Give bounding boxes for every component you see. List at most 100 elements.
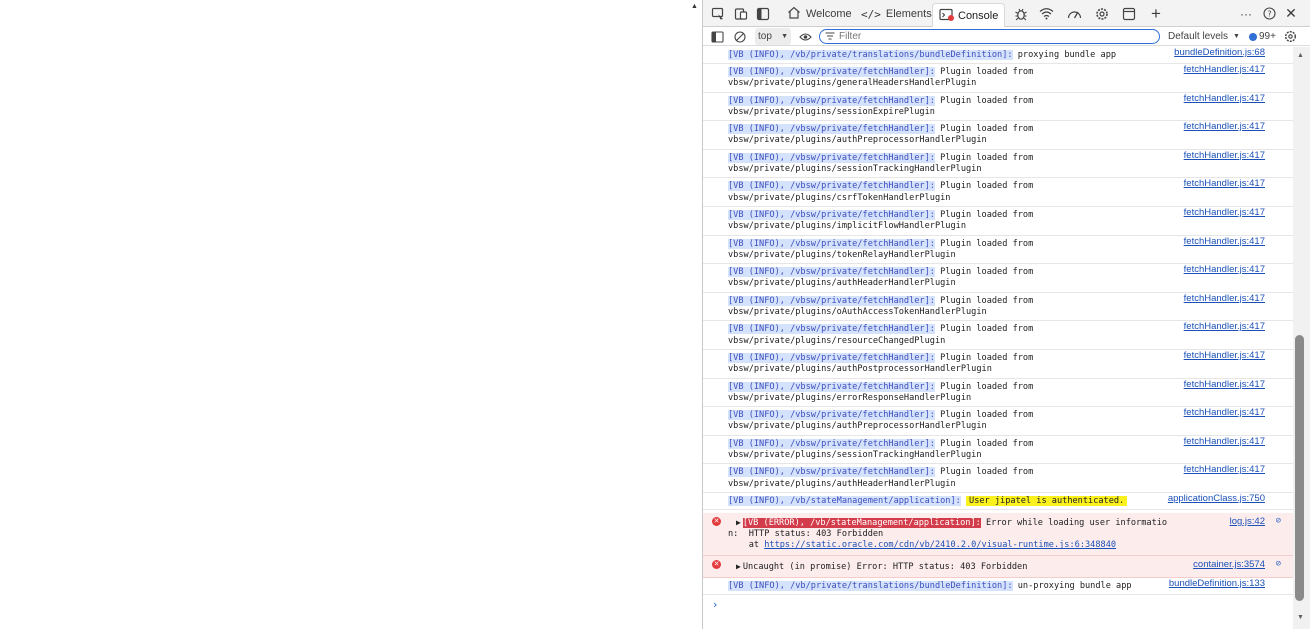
svg-text:?: ?	[1267, 10, 1271, 19]
console-settings-gear-icon[interactable]	[1284, 28, 1297, 45]
console-message: [VB (INFO), /vbsw/private/fetchHandler]:…	[703, 350, 1293, 379]
console-message: [VB (INFO), /vbsw/private/fetchHandler]:…	[703, 93, 1293, 122]
message-source-link[interactable]: fetchHandler.js:417	[1184, 121, 1265, 132]
tab-console[interactable]: Console	[932, 3, 1006, 27]
devtools-panel: Welcome </> Elements Console + ··· ? ✕ t…	[703, 0, 1310, 629]
message-source-link[interactable]: fetchHandler.js:417	[1184, 93, 1265, 104]
context-select[interactable]: top ▼	[755, 28, 791, 45]
tab-label: Welcome	[806, 8, 852, 20]
console-message: [VB (INFO), /vbsw/private/fetchHandler]:…	[703, 321, 1293, 350]
log-levels-dropdown[interactable]: Default levels ▼	[1168, 28, 1240, 45]
stack-trace-link[interactable]: https://static.oracle.com/cdn/vb/2410.2.…	[764, 540, 1116, 550]
scroll-down-arrow-icon[interactable]: ▼	[1297, 614, 1304, 621]
message-text-line-2: vbsw/private/plugins/tokenRelayHandlerPl…	[728, 249, 956, 260]
console-toolbar: top ▼ Default levels ▼ 99+	[703, 27, 1310, 46]
message-source-link[interactable]: bundleDefinition.js:133	[1169, 578, 1265, 589]
console-prompt[interactable]: ›	[703, 595, 1293, 613]
message-text: Error while loading user informatio	[980, 517, 1168, 528]
console-message: [VB (INFO), /vb/private/translations/bun…	[703, 47, 1293, 64]
message-prefix: [VB (INFO), /vb/private/translations/bun…	[728, 580, 1013, 591]
expand-triangle-icon[interactable]: ▶	[736, 562, 741, 571]
console-sidebar-icon[interactable]	[711, 28, 724, 45]
console-uncaught-error: ✕ ▶ Uncaught (in promise) Error: HTTP sta…	[703, 555, 1293, 578]
bug-icon[interactable]	[1011, 4, 1031, 23]
tab-elements[interactable]: </> Elements	[855, 3, 938, 25]
message-source-link[interactable]: bundleDefinition.js:68	[1174, 47, 1265, 58]
tab-label: Console	[958, 9, 999, 22]
message-text: proxying bundle app	[1012, 50, 1117, 60]
message-source-link[interactable]: container.js:3574	[1193, 559, 1265, 570]
message-prefix: [VB (INFO), /vbsw/private/fetchHandler]:	[728, 238, 935, 249]
page-scroll-up-arrow-icon[interactable]: ▲	[691, 3, 698, 10]
console-message: [VB (INFO), /vb/private/translations/bun…	[703, 578, 1293, 595]
message-source-link[interactable]: log.js:42	[1230, 516, 1265, 527]
message-text-line-2: vbsw/private/plugins/resourceChangedPlug…	[728, 335, 946, 346]
message-text-line-2: vbsw/private/plugins/oAuthAccessTokenHan…	[728, 306, 987, 317]
tab-welcome[interactable]: Welcome	[781, 3, 858, 25]
message-source-link[interactable]: fetchHandler.js:417	[1184, 64, 1265, 75]
console-scrollbar[interactable]: ▲ ▼	[1293, 47, 1310, 629]
message-text: Plugin loaded from	[934, 467, 1034, 478]
message-source-link[interactable]: fetchHandler.js:417	[1184, 264, 1265, 275]
message-text-line-2: vbsw/private/plugins/authPreprocessorHan…	[728, 135, 987, 146]
filter-icon	[825, 31, 835, 43]
message-source-link[interactable]: fetchHandler.js:417	[1184, 321, 1265, 332]
copilot-explain-icon[interactable]: ⊘	[1276, 516, 1281, 527]
settings-gear-icon[interactable]	[1092, 4, 1112, 23]
message-text: Plugin loaded from	[934, 352, 1034, 363]
prompt-chevron-icon: ›	[713, 597, 718, 611]
message-prefix: [VB (INFO), /vbsw/private/fetchHandler]:	[728, 124, 935, 135]
live-expression-eye-icon[interactable]	[799, 28, 812, 45]
filter-input[interactable]	[839, 31, 1139, 42]
levels-label: Default levels	[1168, 31, 1229, 42]
clear-console-icon[interactable]	[734, 28, 746, 45]
performance-icon[interactable]	[1064, 4, 1084, 23]
device-emulation-icon[interactable]	[731, 4, 751, 23]
message-source-link[interactable]: fetchHandler.js:417	[1184, 379, 1265, 390]
issues-badge[interactable]: 99+	[1249, 28, 1276, 45]
message-text: Plugin loaded from	[934, 181, 1034, 192]
inspect-icon[interactable]	[708, 4, 728, 23]
copilot-explain-icon[interactable]: ⊘	[1276, 559, 1281, 570]
message-source-link[interactable]: fetchHandler.js:417	[1184, 350, 1265, 361]
message-text-line-2: vbsw/private/plugins/implicitFlowHandler…	[728, 221, 966, 232]
message-text-line-2: vbsw/private/plugins/sessionTrackingHand…	[728, 163, 982, 174]
message-prefix: [VB (INFO), /vbsw/private/fetchHandler]:	[728, 181, 935, 192]
more-options-icon[interactable]: ···	[1236, 4, 1256, 23]
home-icon	[787, 6, 801, 22]
message-source-link[interactable]: applicationClass.js:750	[1168, 493, 1265, 504]
add-tab-icon[interactable]: +	[1146, 4, 1166, 23]
help-icon[interactable]: ?	[1259, 4, 1279, 23]
scrollbar-thumb[interactable]	[1295, 335, 1304, 601]
message-source-link[interactable]: fetchHandler.js:417	[1184, 207, 1265, 218]
error-icon: ✕	[712, 559, 721, 569]
console-message: [VB (INFO), /vbsw/private/fetchHandler]:…	[703, 236, 1293, 265]
message-source-link[interactable]: fetchHandler.js:417	[1184, 178, 1265, 189]
console-message: [VB (INFO), /vbsw/private/fetchHandler]:…	[703, 64, 1293, 93]
message-bubble-icon	[1249, 32, 1257, 41]
chevron-down-icon: ▼	[781, 33, 788, 40]
console-error-message: ✕ ▶ [VB (ERROR), /vb/stateManagement/appl…	[703, 512, 1293, 556]
message-source-link[interactable]: fetchHandler.js:417	[1184, 407, 1265, 418]
message-text-line-2: vbsw/private/plugins/authPreprocessorHan…	[728, 421, 987, 432]
close-icon[interactable]: ✕	[1281, 4, 1301, 23]
message-source-link[interactable]: fetchHandler.js:417	[1184, 236, 1265, 247]
message-source-link[interactable]: fetchHandler.js:417	[1184, 436, 1265, 447]
expand-triangle-icon[interactable]: ▶	[736, 518, 741, 527]
console-message: [VB (INFO), /vbsw/private/fetchHandler]:…	[703, 178, 1293, 207]
message-source-link[interactable]: fetchHandler.js:417	[1184, 464, 1265, 475]
message-source-link[interactable]: fetchHandler.js:417	[1184, 293, 1265, 304]
sidebar-toggle-icon[interactable]	[753, 4, 773, 23]
application-icon[interactable]	[1119, 4, 1139, 23]
console-message: [VB (INFO), /vbsw/private/fetchHandler]:…	[703, 464, 1293, 493]
message-prefix: [VB (INFO), /vbsw/private/fetchHandler]:	[728, 410, 935, 421]
message-text-line-2: vbsw/private/plugins/errorResponseHandle…	[728, 392, 972, 403]
message-source-link[interactable]: fetchHandler.js:417	[1184, 150, 1265, 161]
console-message: [VB (INFO), /vbsw/private/fetchHandler]:…	[703, 407, 1293, 436]
wifi-icon[interactable]	[1036, 4, 1056, 23]
message-text-line-2: vbsw/private/plugins/sessionTrackingHand…	[728, 449, 982, 460]
filter-input-box[interactable]	[819, 29, 1160, 44]
scroll-up-arrow-icon[interactable]: ▲	[1297, 52, 1304, 59]
error-icon: ✕	[712, 516, 721, 526]
console-message: [VB (INFO), /vbsw/private/fetchHandler]:…	[703, 436, 1293, 465]
